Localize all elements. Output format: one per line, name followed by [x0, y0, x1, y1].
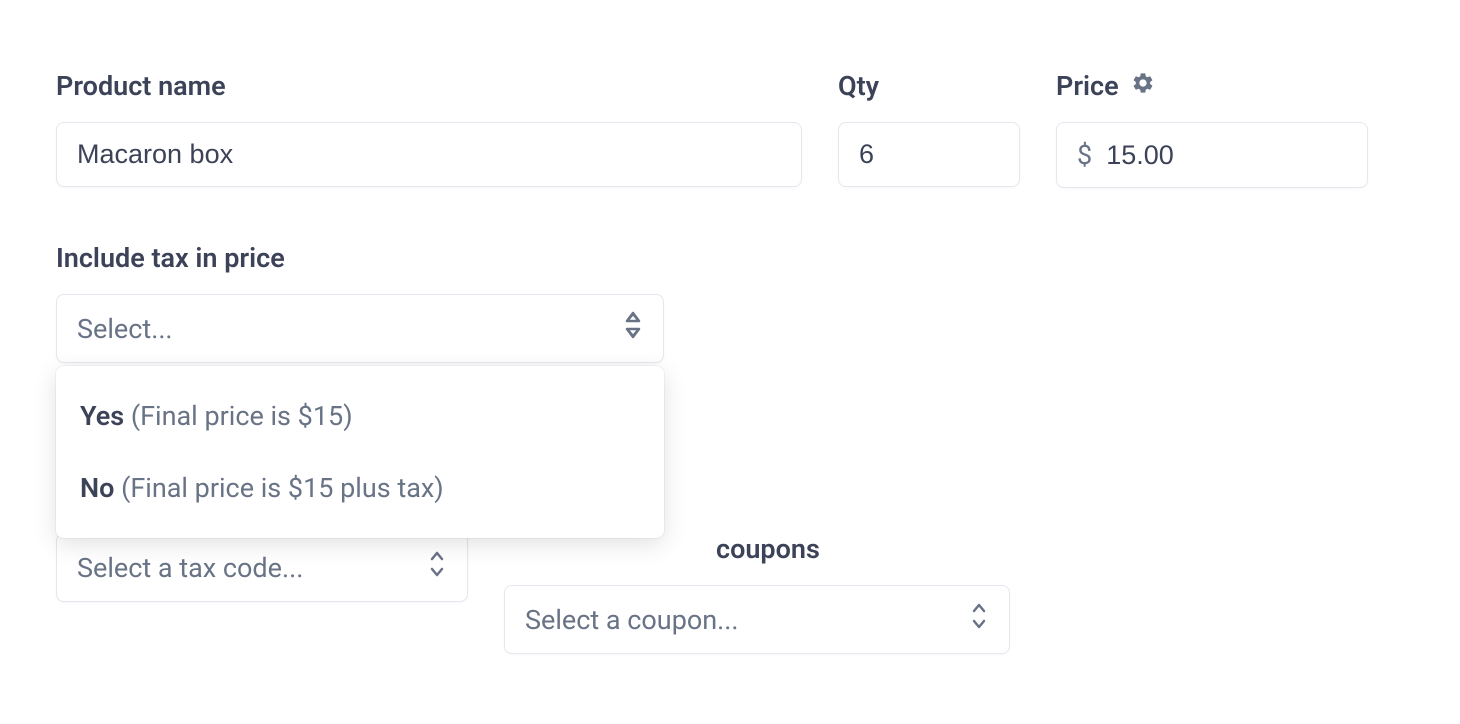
tax-code-select[interactable]: Select a tax code...: [56, 533, 468, 602]
field-include-tax: Include tax in price Select...: [56, 242, 664, 363]
include-tax-dropdown: Yes (Final price is $15) No (Final price…: [56, 366, 664, 538]
row-taxcode-coupons: Select a tax code... coupons Select a co…: [56, 533, 1404, 654]
row-product-qty-price: Product name Qty Price $: [56, 70, 1404, 188]
include-tax-option-no[interactable]: No (Final price is $15 plus tax): [56, 452, 664, 524]
currency-symbol: $: [1077, 139, 1092, 171]
option-yes-rest: (Final price is $15): [124, 400, 352, 432]
field-product-name: Product name: [56, 70, 802, 188]
include-tax-label: Include tax in price: [56, 242, 664, 274]
qty-input[interactable]: [838, 122, 1020, 187]
include-tax-placeholder: Select...: [77, 313, 173, 345]
option-no-rest: (Final price is $15 plus tax): [114, 472, 443, 504]
gear-icon[interactable]: [1131, 70, 1155, 102]
row-include-tax: Include tax in price Select... Yes (Fina…: [56, 242, 1404, 363]
chevron-updown-icon: [623, 311, 643, 346]
product-name-input[interactable]: [56, 122, 802, 187]
product-name-label: Product name: [56, 70, 802, 102]
price-label-text: Price: [1056, 70, 1119, 102]
field-qty: Qty: [838, 70, 1020, 188]
qty-label: Qty: [838, 70, 1020, 102]
price-input-wrapper[interactable]: $: [1056, 122, 1368, 188]
option-no-bold: No: [80, 472, 114, 504]
coupons-placeholder: Select a coupon...: [525, 604, 739, 636]
include-tax-select[interactable]: Select...: [56, 294, 664, 363]
chevron-updown-icon: [969, 602, 989, 637]
field-price: Price $: [1056, 70, 1368, 188]
coupons-select[interactable]: Select a coupon...: [504, 585, 1010, 654]
field-coupons: coupons Select a coupon...: [504, 533, 1010, 654]
field-tax-code: Select a tax code...: [56, 533, 468, 654]
product-form: Product name Qty Price $: [56, 70, 1404, 654]
option-yes-bold: Yes: [80, 400, 124, 432]
tax-code-placeholder: Select a tax code...: [77, 552, 303, 584]
price-input[interactable]: [1106, 140, 1347, 171]
chevron-updown-icon: [427, 550, 447, 585]
price-label: Price: [1056, 70, 1368, 102]
include-tax-option-yes[interactable]: Yes (Final price is $15): [56, 380, 664, 452]
